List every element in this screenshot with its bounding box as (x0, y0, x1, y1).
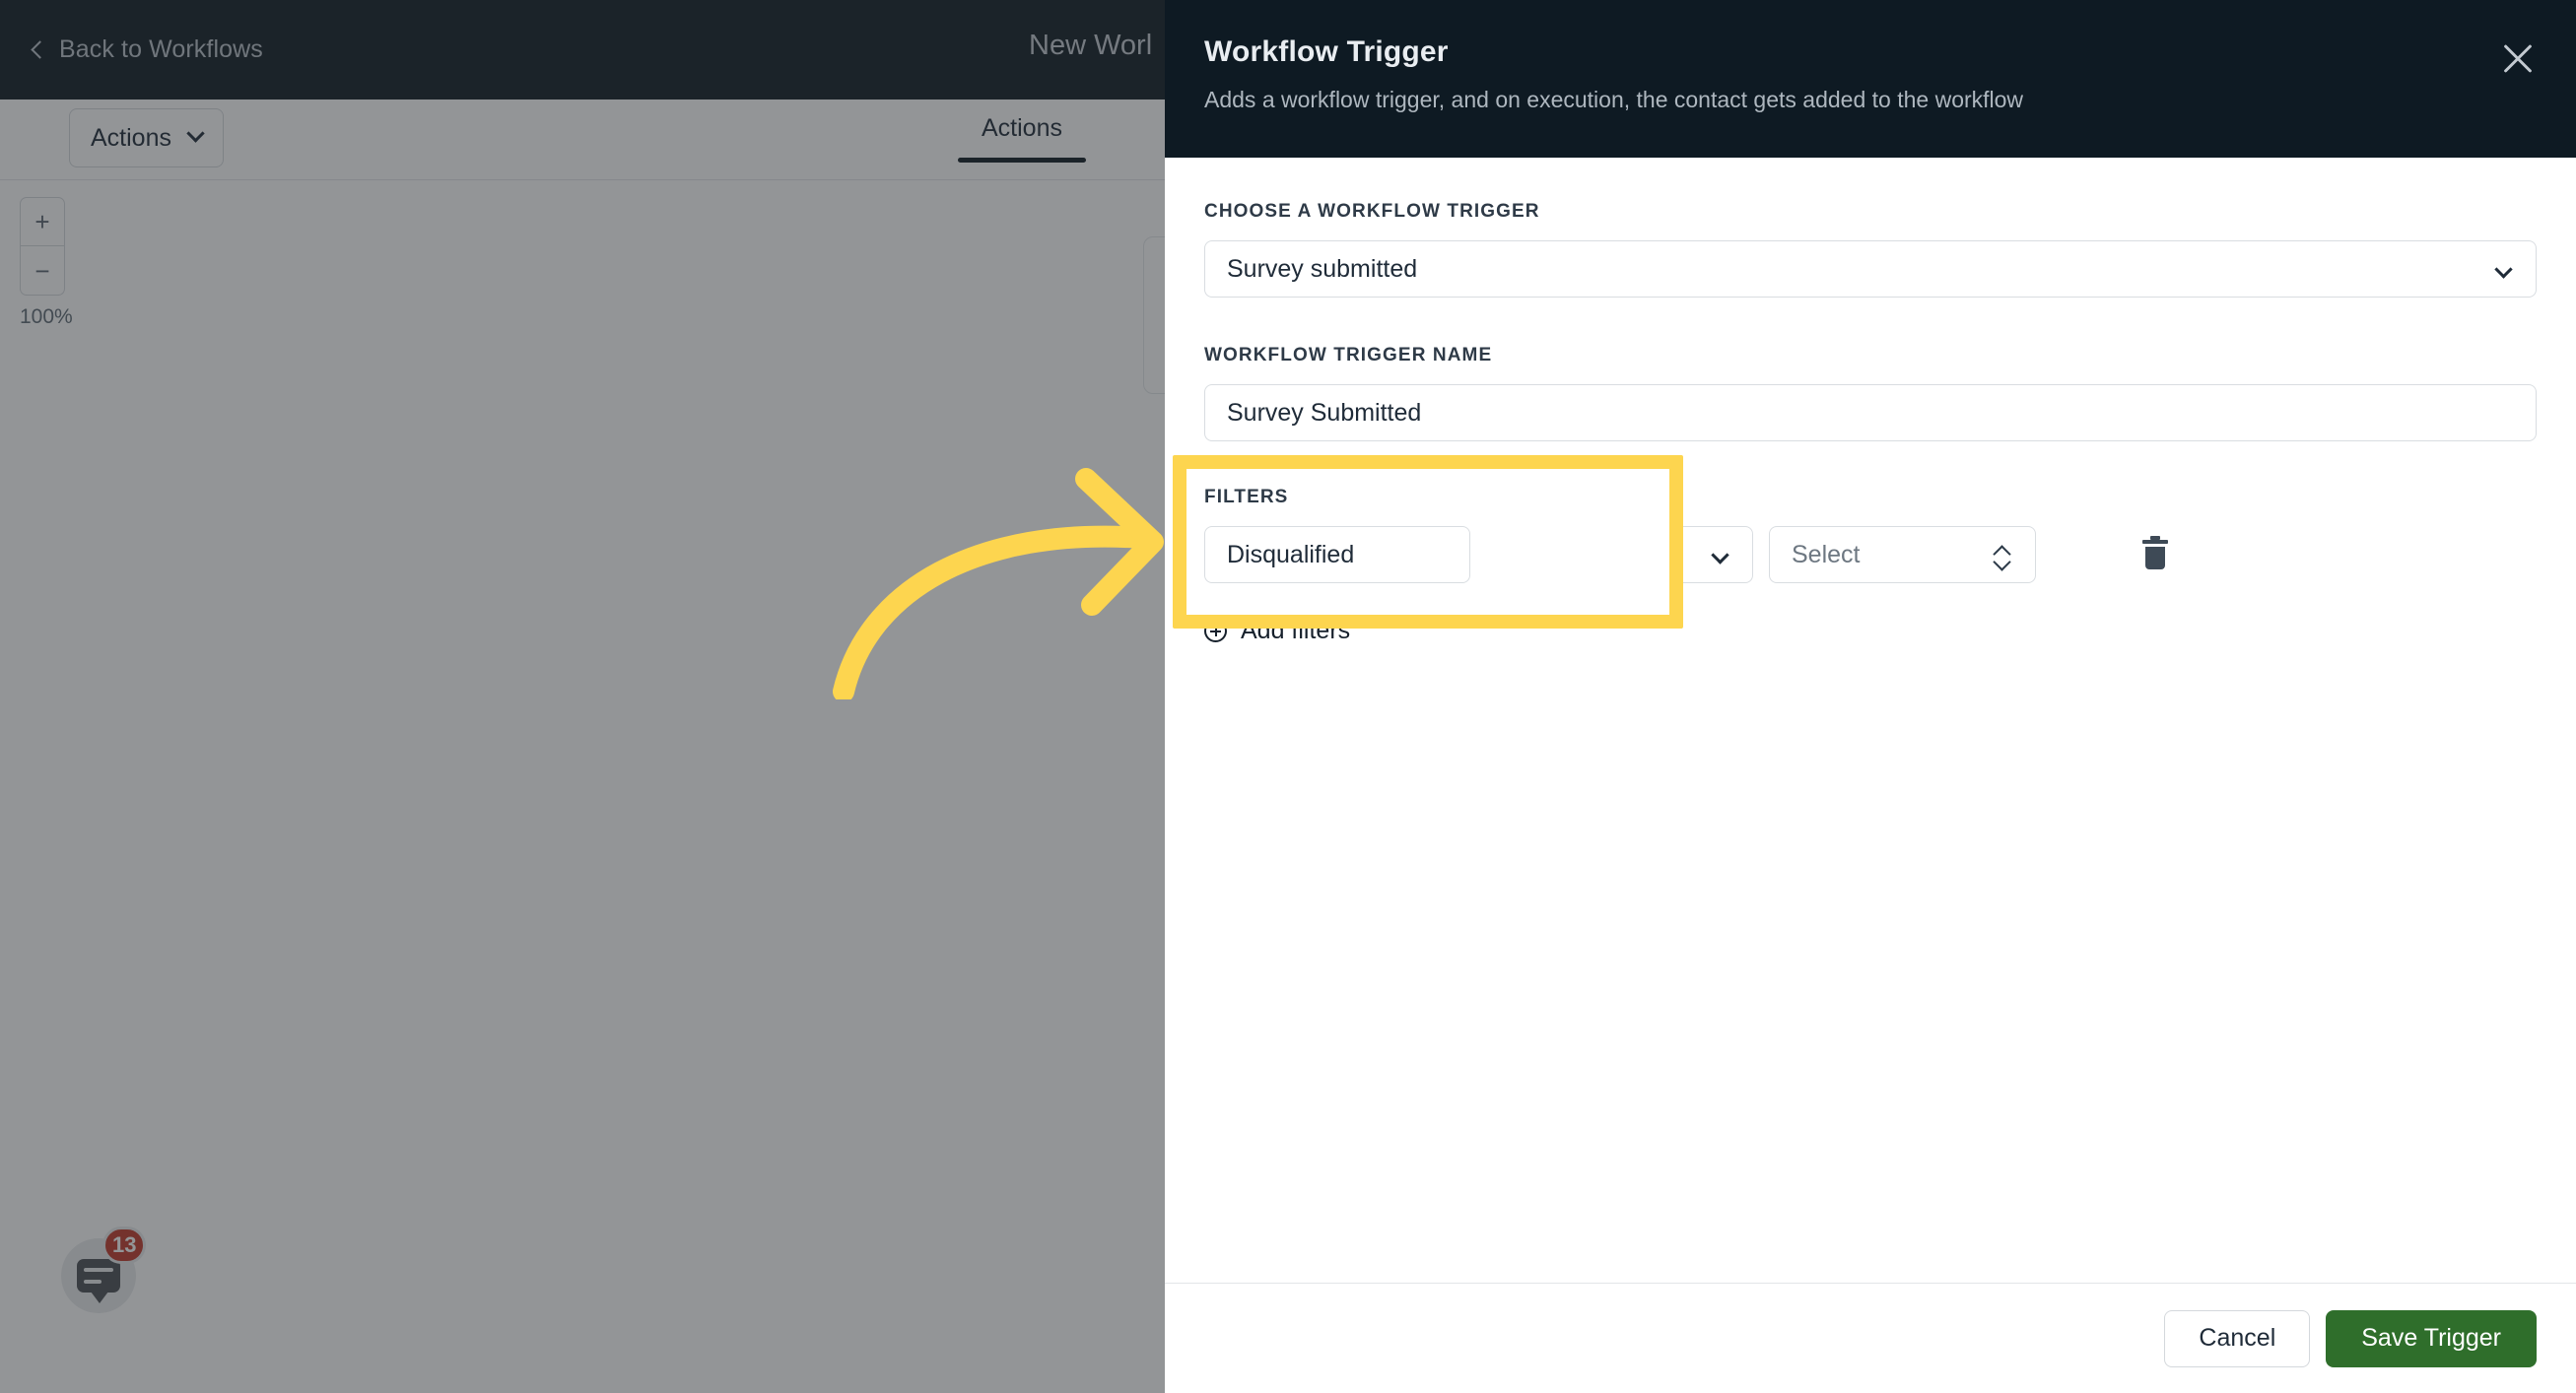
chat-unread-badge: 13 (102, 1227, 147, 1264)
panel-header: Workflow Trigger Adds a workflow trigger… (1165, 0, 2576, 158)
trigger-name-value: Survey Submitted (1227, 398, 1422, 427)
chat-line (84, 1268, 113, 1272)
workflow-title: New Worl (1029, 30, 1153, 61)
chevron-left-icon (31, 40, 49, 59)
choose-trigger-select[interactable]: Survey submitted (1204, 240, 2537, 298)
tab-actions[interactable]: Actions (958, 108, 1086, 163)
trash-can (2145, 547, 2165, 569)
zoom-out-button[interactable]: − (20, 246, 65, 296)
screen: Back to Workflows New Worl Actions Actio… (0, 0, 2576, 1393)
trigger-name-label: WORKFLOW TRIGGER NAME (1204, 345, 1493, 365)
trash-icon[interactable] (2142, 536, 2168, 569)
close-icon[interactable] (2499, 39, 2537, 77)
panel-body: CHOOSE A WORKFLOW TRIGGER Survey submitt… (1165, 158, 2576, 1283)
zoom-level-label: 100% (20, 305, 73, 328)
highlight-box (1173, 455, 1683, 629)
save-trigger-button[interactable]: Save Trigger (2326, 1309, 2537, 1367)
panel-footer: Cancel Save Trigger (1165, 1283, 2576, 1393)
back-to-workflows-label: Back to Workflows (59, 35, 263, 63)
actions-button-label: Actions (91, 123, 171, 152)
chevron-up-down-icon (1996, 544, 2009, 569)
back-to-workflows-link[interactable]: Back to Workflows (31, 35, 263, 64)
chat-bubble-icon (77, 1259, 120, 1303)
cancel-button[interactable]: Cancel (2164, 1309, 2311, 1367)
choose-trigger-value: Survey submitted (1227, 254, 1418, 283)
chevron-down-icon (1711, 546, 1729, 564)
zoom-controls: + − 100% (20, 197, 79, 329)
panel-title: Workflow Trigger (1204, 35, 1449, 68)
curved-arrow-right-icon (828, 443, 1183, 702)
chevron-down-icon (2494, 260, 2513, 279)
filter-value-select[interactable]: Select (1769, 526, 2036, 583)
choose-trigger-label: CHOOSE A WORKFLOW TRIGGER (1204, 201, 1540, 222)
chevron-down-icon (186, 123, 205, 143)
trigger-name-input[interactable]: Survey Submitted (1204, 384, 2537, 441)
actions-dropdown-button[interactable]: Actions (69, 108, 224, 167)
chat-line (84, 1280, 102, 1284)
workflow-trigger-panel: Workflow Trigger Adds a workflow trigger… (1165, 0, 2576, 1393)
tab-actions-label: Actions (982, 114, 1062, 142)
panel-subtitle: Adds a workflow trigger, and on executio… (1204, 87, 2024, 112)
zoom-in-button[interactable]: + (20, 197, 65, 246)
filter-value-placeholder: Select (1792, 540, 1861, 568)
trash-lid (2142, 536, 2168, 544)
